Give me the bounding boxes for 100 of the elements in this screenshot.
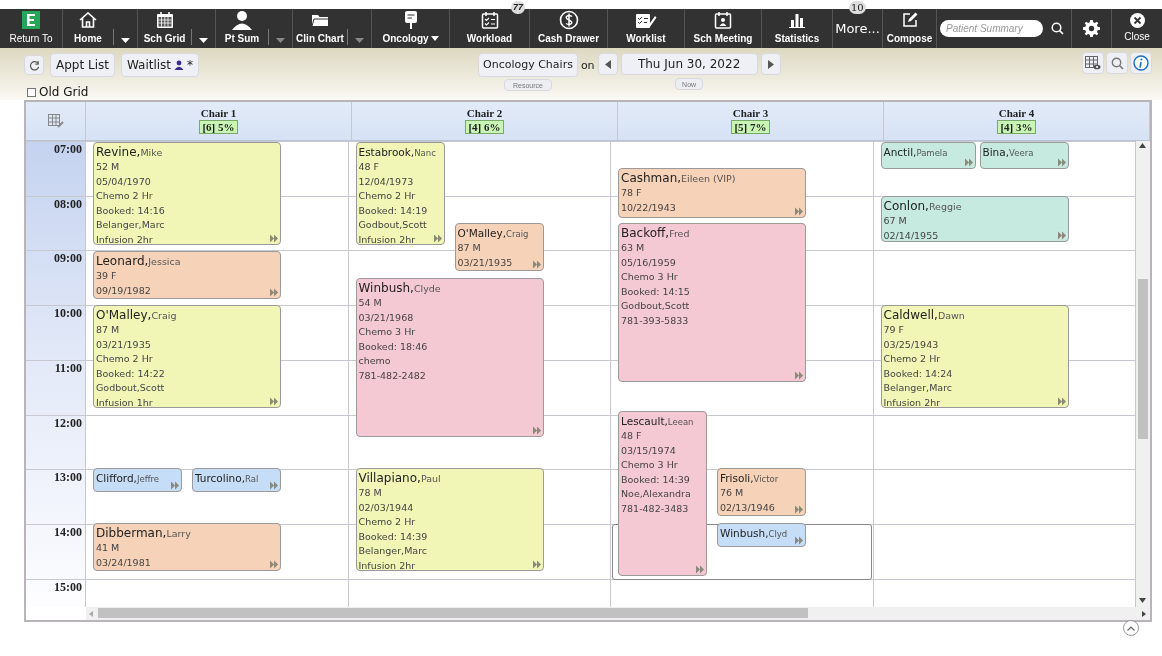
double-arrow-icon[interactable]: [532, 426, 541, 435]
scroll-right-icon[interactable]: [1142, 611, 1146, 617]
appointment-detail: chemo: [358, 354, 391, 368]
appointment-card[interactable]: Estabrook,Nanc 48 F 12/04/1973 Chemo 2 Hr Booked: 14:19 Godbout,Scott Infusion 2hr: [355, 142, 445, 245]
double-arrow-icon[interactable]: [1057, 231, 1066, 240]
double-arrow-icon[interactable]: [171, 481, 179, 490]
toolbar-button[interactable]: Sch Grid: [138, 9, 191, 48]
grid-view-button[interactable]: [1082, 52, 1104, 74]
appointment-detail: Booked: 14:39: [358, 529, 428, 544]
appointment-card[interactable]: Caldwell,Dawn 79 F 03/25/1943 Chemo 2 Hr Booked: 14:24 Belanger,Marc Infusion 2hr: [880, 305, 1069, 408]
appointment-detail: 63 M: [621, 241, 645, 255]
toolbar-button[interactable]: Pt Sum: [216, 9, 268, 48]
double-arrow-icon[interactable]: [270, 234, 278, 243]
toolbar-button[interactable]: Oncology: [372, 9, 449, 48]
horizontal-scrollbar[interactable]: [86, 607, 1150, 620]
caret-icon: [275, 38, 285, 43]
appointment-card[interactable]: Lescault,Leean 48 F 03/15/1974 Chemo 3 Hr Booked: 14:39 Noe,Alexandra 781-482-3483: [618, 411, 707, 576]
double-arrow-icon[interactable]: [795, 207, 803, 216]
hour-label: 11:00: [54, 361, 82, 374]
grid-eye-icon: [1085, 56, 1101, 70]
count-badge: 10: [849, 1, 866, 14]
close-button[interactable]: Close: [1112, 9, 1162, 48]
appointment-card[interactable]: Bina,Veera: [979, 142, 1069, 169]
collapse-button[interactable]: [1123, 620, 1139, 636]
toolbar-button[interactable]: Sch Meeting: [685, 9, 761, 48]
utilization-badge: [6] 5%: [199, 120, 238, 134]
appointment-card[interactable]: Cashman,Eileen (VIP) 78 F 10/22/1943: [618, 168, 806, 218]
appointment-card[interactable]: Clifford,Jeffre: [93, 468, 182, 492]
appointment-card[interactable]: Winbush,Clyde 54 M 03/21/1968 Chemo 3 Hr Booked: 18:46 chemo 781-482-2482: [355, 278, 544, 437]
double-arrow-icon[interactable]: [270, 481, 278, 490]
toolbar-button[interactable]: Clin Chart: [293, 9, 347, 48]
toolbar-button[interactable]: Home: [63, 9, 113, 48]
toolbar-button[interactable]: Return To: [0, 9, 62, 48]
appointment-detail: Infusion 2hr: [883, 395, 941, 407]
double-arrow-icon[interactable]: [532, 260, 541, 269]
resource-button[interactable]: Oncology Chairs: [478, 53, 578, 77]
hour-label: 08:00: [54, 197, 82, 210]
double-arrow-icon[interactable]: [964, 158, 973, 167]
appointment-card[interactable]: Revine,Mike 52 M 05/04/1970 Chemo 2 Hr Booked: 14:16 Belanger,Marc Infusion 2hr: [93, 142, 281, 245]
double-arrow-icon[interactable]: [433, 234, 442, 243]
calendar-icon: [155, 11, 174, 29]
settings-button[interactable]: [1083, 20, 1100, 37]
double-arrow-icon[interactable]: [270, 560, 278, 569]
appointment-card[interactable]: Winbush,Clyd: [717, 523, 806, 547]
appointment-detail: Booked: 14:19: [358, 203, 428, 218]
right-triangle-icon: [767, 59, 774, 69]
appointment-detail: 79 F: [883, 323, 905, 337]
appointment-card[interactable]: O'Malley,Craig 87 M 03/21/1935 Chemo 2 Hr Booked: 14:22 Godbout,Scott Infusion 1hr: [93, 305, 281, 408]
double-arrow-icon[interactable]: [532, 560, 541, 569]
appointment-card[interactable]: Villapiano,Paul 78 M 02/03/1944 Chemo 2 Hr Booked: 14:39 Belanger,Marc Infusion 2hr: [355, 468, 544, 571]
appointment-detail: 03/25/1943: [883, 337, 939, 352]
patient-search-field[interactable]: Patient Summary: [940, 20, 1043, 37]
appointment-card[interactable]: Conlon,Reggie 67 M 02/14/1955: [880, 196, 1069, 242]
double-arrow-icon[interactable]: [1057, 397, 1066, 406]
appointment-card[interactable]: Turcolino,Ral: [192, 468, 281, 492]
double-arrow-icon[interactable]: [270, 397, 278, 406]
toolbar-button[interactable]: Workload: [450, 9, 529, 48]
double-arrow-icon[interactable]: [795, 536, 803, 545]
toolbar-button[interactable]: Worklist: [608, 9, 684, 48]
close-icon: [1129, 13, 1145, 28]
old-grid-checkbox[interactable]: [27, 87, 36, 97]
scroll-left-icon[interactable]: [89, 611, 93, 617]
double-arrow-icon[interactable]: [1057, 158, 1066, 167]
vertical-scrollbar[interactable]: [1136, 141, 1150, 607]
appt-list-button[interactable]: Appt List: [50, 53, 115, 77]
next-day-button[interactable]: [760, 53, 781, 75]
info-button[interactable]: [1130, 52, 1152, 74]
appointment-detail: 02/14/1955: [883, 228, 939, 241]
date-button[interactable]: Thu Jun 30, 2022: [620, 53, 758, 75]
caret-icon: [430, 36, 439, 41]
double-arrow-icon[interactable]: [270, 288, 278, 297]
double-arrow-icon[interactable]: [696, 565, 704, 574]
double-arrow-icon[interactable]: [795, 505, 803, 514]
appointment-detail: 78 F: [621, 186, 642, 200]
appointment-detail: Belanger,Marc: [883, 381, 953, 395]
search-button[interactable]: [1051, 22, 1064, 35]
toolbar-button[interactable]: Compose: [883, 9, 936, 48]
appointment-card[interactable]: Backoff,Fred 63 M 05/16/1959 Chemo 3 Hr Booked: 14:15 Godbout,Scott 781-393-5833: [618, 223, 806, 382]
grid-settings-icon[interactable]: [47, 113, 64, 129]
caret-icon: [120, 38, 130, 43]
scroll-down-icon[interactable]: [1139, 598, 1146, 603]
waitlist-button[interactable]: Waitlist *: [120, 53, 200, 77]
appointment-card[interactable]: Frisoli,Victor 76 M 02/13/1946: [717, 468, 806, 516]
appointment-card[interactable]: Anctil,Pamela: [880, 142, 976, 169]
chair-title: Chair 3: [732, 108, 769, 119]
scroll-up-icon[interactable]: [1139, 143, 1146, 148]
refresh-button[interactable]: [24, 55, 44, 75]
toolbar-button[interactable]: Cash Drawer: [530, 9, 607, 48]
utilization-badge: [4] 6%: [465, 120, 504, 134]
appointment-detail: 03/24/1981: [96, 555, 151, 570]
scrollbar-thumb[interactable]: [98, 608, 808, 618]
toolbar-button[interactable]: Statistics: [762, 9, 832, 48]
appointment-card[interactable]: Dibberman,Larry 41 M 03/24/1981: [93, 523, 281, 571]
appointment-detail: 781-393-5833: [621, 313, 689, 328]
previous-day-button[interactable]: [597, 53, 618, 75]
patient-name: Frisoli,Victor: [720, 471, 779, 486]
double-arrow-icon[interactable]: [795, 371, 803, 380]
scrollbar-thumb[interactable]: [1138, 279, 1148, 439]
appointment-card[interactable]: Leonard,Jessica 39 F 09/19/1982: [93, 251, 281, 299]
appointment-card[interactable]: O'Malley,Craig 87 M 03/21/1935: [454, 223, 544, 271]
